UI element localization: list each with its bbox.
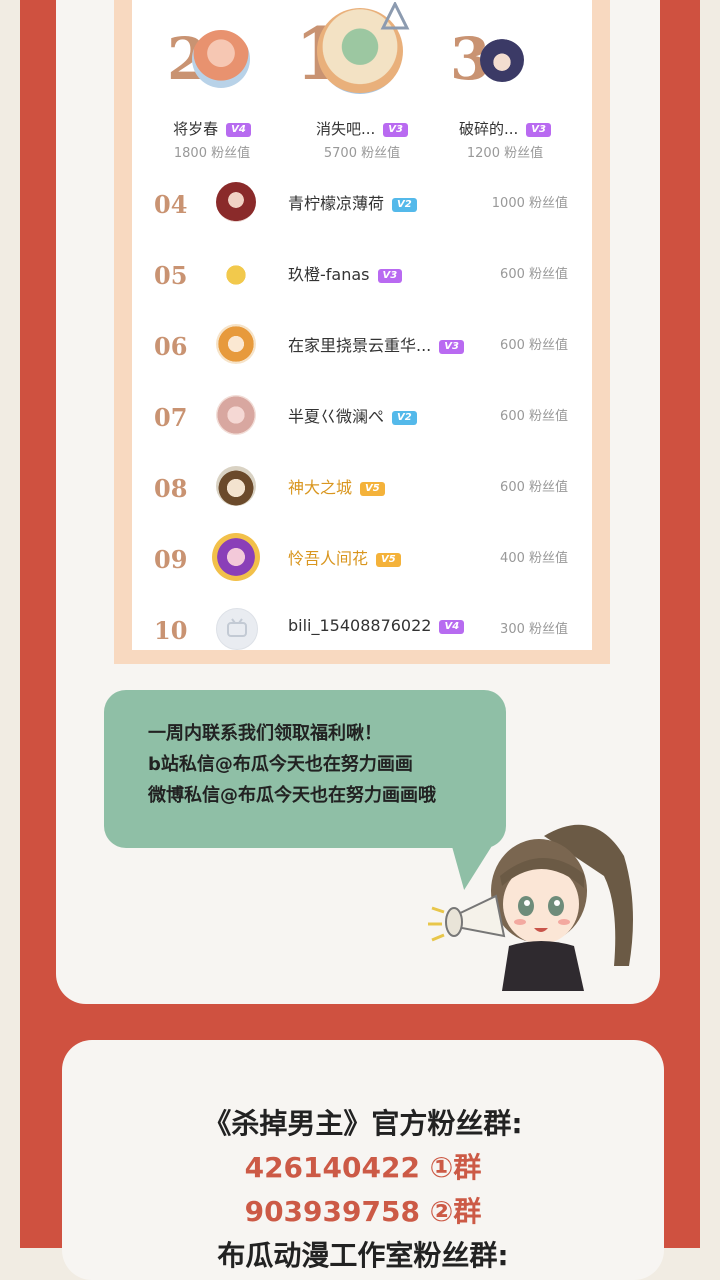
user-name[interactable]: 神大之城 V5 [288,474,385,498]
bilibili-tv-icon [227,618,247,637]
avatar[interactable] [192,30,250,88]
mascot-illustration [428,824,633,991]
speech-bubble-text: 一周内联系我们领取福利啾！ b站私信@布瓜今天也在努力画画 微博私信@布瓜今天也… [148,718,436,811]
list-item[interactable]: 08 神大之城 V5 600 粉丝值 [132,458,592,529]
level-badge: V3 [377,269,403,283]
level-badge: V3 [439,340,464,354]
podium-name[interactable]: 消失吧... V3 [287,118,437,139]
level-badge: V2 [392,198,417,212]
avatar[interactable] [216,608,258,650]
fans-value: 600 粉丝值 [500,480,568,495]
avatar[interactable] [216,324,256,364]
fans-value: 600 粉丝值 [500,338,568,353]
fans-value: 300 粉丝值 [500,622,568,637]
list-item[interactable]: 07 半夏巜微澜ぺ V2 600 粉丝值 [132,387,592,458]
fan-group-title: 《杀掉男主》官方粉丝群: [203,1107,523,1140]
level-badge: V4 [226,123,251,137]
level-badge: V4 [439,620,465,634]
list-item[interactable]: 10 bili_15408876022 V4 300 粉丝值 [132,600,592,671]
fans-value: 5700 粉丝值 [323,146,401,161]
podium-name[interactable]: 破碎的... V3 [430,118,580,139]
rank-number: 06 [154,332,188,361]
studio-group-title: 布瓜动漫工作室粉丝群: [217,1239,509,1272]
rank-number: 10 [154,616,188,645]
avatar[interactable] [480,38,524,82]
list-item[interactable]: 04 青柠檬凉薄荷 V2 1000 粉丝值 [132,174,592,245]
bubble-line-2: b站私信@布瓜今天也在努力画画 [148,754,413,775]
list-item[interactable]: 09 怜吾人间花 V5 400 粉丝值 [132,529,592,600]
level-badge: V5 [376,553,401,567]
avatar[interactable] [216,395,256,435]
palette-icon [380,2,410,30]
user-name[interactable]: 青柠檬凉薄荷 V2 [288,190,417,214]
user-name[interactable]: 玖橙-fanas V3 [288,261,403,285]
fan-group-2[interactable]: 903939758 ②群 [62,1190,664,1230]
fans-value: 600 粉丝值 [500,409,568,424]
bubble-line-1: 一周内联系我们领取福利啾！ [148,723,382,744]
level-badge: V3 [526,123,551,137]
avatar[interactable] [212,533,260,581]
bubble-line-3: 微博私信@布瓜今天也在努力画画哦 [148,785,436,806]
fans-value: 600 粉丝值 [500,267,568,282]
user-name[interactable]: 怜吾人间花 V5 [288,545,401,569]
avatar[interactable] [216,253,256,293]
rank-number: 07 [154,403,188,432]
rank-number: 09 [154,545,188,574]
fan-group-1[interactable]: 426140422 ①群 [62,1146,664,1186]
avatar[interactable] [216,466,256,506]
fans-value: 1800 粉丝值 [173,146,251,161]
avatar[interactable] [216,182,256,222]
rank-number: 04 [154,190,188,219]
user-name[interactable]: 在家里挠景云重华... V3 [288,332,464,356]
rank-number: 05 [154,261,188,290]
level-badge: V3 [383,123,408,137]
fans-value: 1200 粉丝值 [466,146,544,161]
fans-value: 400 粉丝值 [500,551,568,566]
rank-number: 08 [154,474,188,503]
user-name[interactable]: 半夏巜微澜ぺ V2 [288,403,417,427]
user-name[interactable]: bili_15408876022 V4 [288,616,465,635]
level-badge: V2 [392,411,417,425]
podium-name[interactable]: 将岁春 V4 [137,118,287,139]
fans-value: 1000 粉丝值 [491,196,568,211]
level-badge: V5 [360,482,385,496]
list-item[interactable]: 06 在家里挠景云重华... V3 600 粉丝值 [132,316,592,387]
list-item[interactable]: 05 玖橙-fanas V3 600 粉丝值 [132,245,592,316]
